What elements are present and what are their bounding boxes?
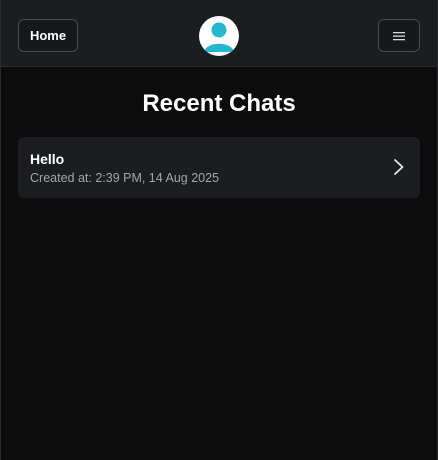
chat-list-item[interactable]: Hello Created at: 2:39 PM, 14 Aug 2025 (18, 137, 420, 198)
avatar-figure (204, 22, 234, 52)
app-frame: Home Recent Chats Hello Created at: 2:39… (0, 0, 438, 460)
chat-title: Hello (30, 151, 65, 167)
home-button[interactable]: Home (18, 19, 78, 52)
page-title: Recent Chats (142, 90, 296, 117)
top-navbar: Home (1, 0, 437, 67)
chevron-right-icon[interactable] (392, 157, 406, 177)
user-avatar-icon[interactable] (199, 16, 239, 56)
hamburger-menu-icon (393, 31, 405, 40)
chat-created-at: Created at: 2:39 PM, 14 Aug 2025 (30, 171, 220, 185)
menu-button[interactable] (378, 19, 420, 52)
